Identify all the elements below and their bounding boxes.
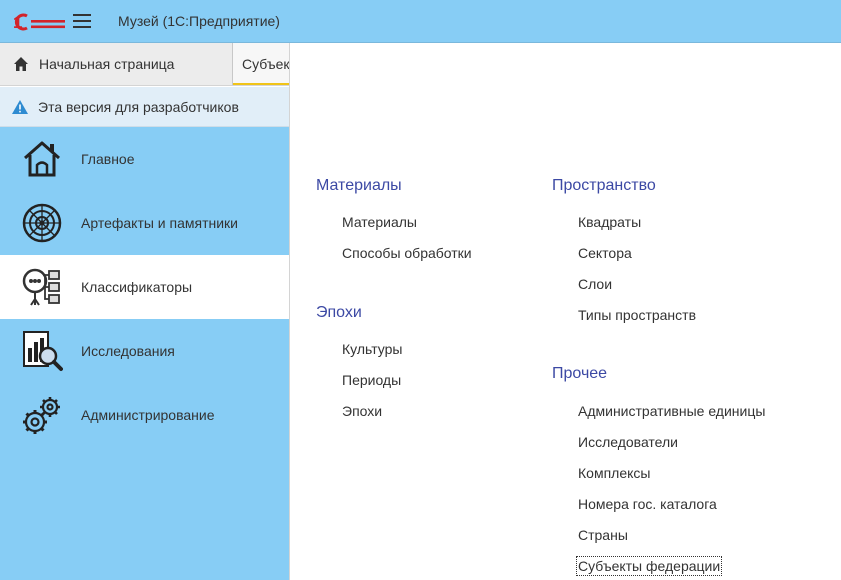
menu-link-space-types[interactable]: Типы пространств <box>578 307 696 323</box>
tab-home[interactable]: Начальная страница <box>0 43 232 85</box>
sidebar-item-label: Артефакты и памятники <box>81 215 239 231</box>
title-bar: 1 Музей (1С:Предприятие) <box>0 0 841 43</box>
artifacts-icon <box>22 203 62 243</box>
sidebar-item-research[interactable]: Исследования <box>0 319 289 383</box>
menu-link-layers[interactable]: Слои <box>578 276 612 292</box>
home-icon <box>14 57 28 71</box>
menu-link-admin-units[interactable]: Административные единицы <box>578 403 765 419</box>
sidebar-item-artifacts[interactable]: Артефакты и памятники <box>0 191 289 255</box>
sidebar-item-label: Исследования <box>81 343 175 359</box>
main-menu-button[interactable] <box>73 14 91 28</box>
developer-warning-bar: Эта версия для разработчиков <box>0 87 289 127</box>
menu-link-federal-subjects[interactable]: Субъекты федерации <box>575 556 723 576</box>
group-title-epochs: Эпохи <box>316 304 362 321</box>
research-icon <box>23 331 63 371</box>
window-title: Музей (1С:Предприятие) <box>118 13 280 29</box>
classifiers-icon <box>22 268 60 306</box>
tab-home-label: Начальная страница <box>39 56 175 72</box>
menu-link-countries[interactable]: Страны <box>578 527 628 543</box>
menu-link-epochs[interactable]: Эпохи <box>342 403 382 419</box>
house-icon <box>24 141 60 177</box>
menu-link-materials[interactable]: Материалы <box>342 214 417 230</box>
menu-link-cultures[interactable]: Культуры <box>342 341 402 357</box>
menu-link-periods[interactable]: Периоды <box>342 372 401 388</box>
group-title-space: Пространство <box>552 177 656 194</box>
tab-current[interactable]: Субъекты федерации <box>232 43 289 85</box>
sidebar: Главное Артефакты и памятники Классифика… <box>0 127 289 580</box>
tabs-bar: Начальная страница Субъекты федерации <box>0 43 289 86</box>
menu-link-squares[interactable]: Квадраты <box>578 214 641 230</box>
gears-icon <box>23 397 60 434</box>
group-title-other: Прочее <box>552 365 608 382</box>
warning-icon <box>12 99 28 114</box>
classifiers-menu-panel: Материалы Материалы Способы обработки Эп… <box>290 43 841 580</box>
logo-1c: 1 <box>13 13 67 31</box>
tab-current-label: Субъекты федерации <box>242 56 289 72</box>
warning-text: Эта версия для разработчиков <box>38 98 239 115</box>
sidebar-item-main[interactable]: Главное <box>0 127 289 191</box>
sidebar-item-label: Администрирование <box>81 407 215 423</box>
menu-link-state-catalog-numbers[interactable]: Номера гос. каталога <box>578 496 717 512</box>
sidebar-item-administration[interactable]: Администрирование <box>0 383 289 447</box>
menu-link-sectors[interactable]: Сектора <box>578 245 632 261</box>
sidebar-item-classifiers[interactable]: Классификаторы <box>0 255 289 319</box>
menu-link-researchers[interactable]: Исследователи <box>578 434 678 450</box>
sidebar-item-label: Классификаторы <box>81 279 193 295</box>
menu-link-complexes[interactable]: Комплексы <box>578 465 650 481</box>
group-title-materials: Материалы <box>316 177 402 194</box>
menu-link-processing-methods[interactable]: Способы обработки <box>342 245 472 261</box>
sidebar-item-label: Главное <box>81 151 135 167</box>
